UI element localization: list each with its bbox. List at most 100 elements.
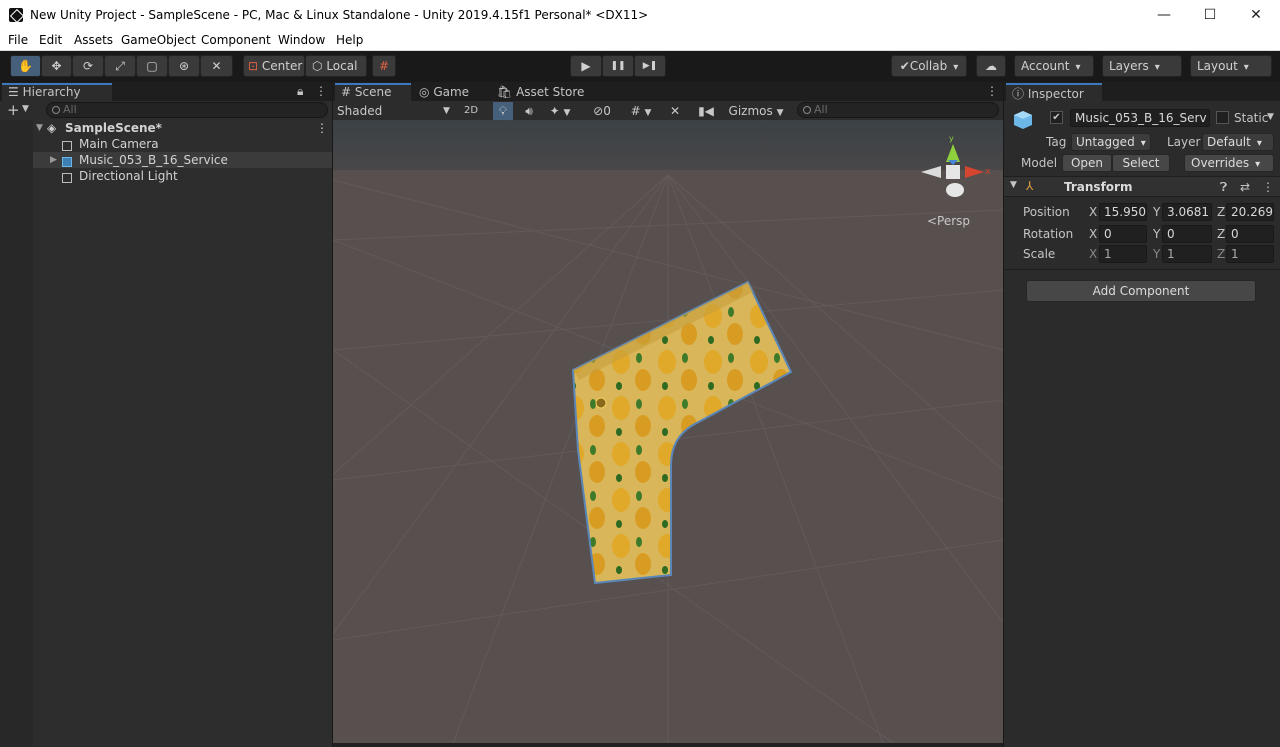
speaker-icon: 🔊︎: [525, 104, 533, 118]
shading-mode-dropdown[interactable]: Shaded ▼: [337, 102, 453, 120]
layers-dropdown[interactable]: Layers: [1102, 55, 1182, 77]
tab-game[interactable]: ◎ Game: [413, 83, 489, 102]
rotate-tool-button[interactable]: ⟳: [72, 55, 104, 77]
lock-icon[interactable]: 🔒︎: [297, 84, 303, 99]
position-z-field[interactable]: 20.269: [1226, 203, 1274, 221]
preset-icon[interactable]: ⇄: [1240, 180, 1250, 194]
2d-toggle[interactable]: 2D: [459, 102, 483, 120]
position-x-field[interactable]: 15.950: [1099, 203, 1147, 221]
open-button[interactable]: Open: [1062, 154, 1112, 172]
scale-icon: ⤢: [115, 59, 125, 73]
step-button[interactable]: ▶❚: [634, 55, 666, 77]
chevron-down-icon[interactable]: ▼: [1267, 112, 1274, 122]
menu-help[interactable]: Help: [336, 33, 363, 47]
menu-edit[interactable]: Edit: [39, 33, 62, 47]
grid-dropdown[interactable]: # ▼: [623, 102, 659, 120]
menu-window[interactable]: Window: [278, 33, 325, 47]
menu-component[interactable]: Component: [201, 33, 271, 47]
pause-icon: ❚❚: [610, 61, 626, 71]
move-tool-button[interactable]: ✥: [41, 55, 72, 77]
camera-dropdown[interactable]: ▮◀: [691, 102, 721, 120]
close-button[interactable]: ✕: [1233, 4, 1279, 26]
position-y-field[interactable]: 3.0681: [1162, 203, 1212, 221]
menu-assets[interactable]: Assets: [74, 33, 113, 47]
menu-file[interactable]: File: [8, 33, 28, 47]
tab-label: Scene: [354, 85, 392, 99]
overrides-dropdown[interactable]: Overrides: [1184, 154, 1274, 172]
create-button[interactable]: +: [7, 101, 20, 119]
scale-x-field[interactable]: 1: [1099, 245, 1147, 263]
lighting-toggle[interactable]: 💡︎: [493, 102, 513, 120]
chevron-down-icon: ▼: [776, 108, 784, 118]
account-dropdown[interactable]: Account: [1014, 55, 1094, 77]
chevron-down-icon[interactable]: ▼: [22, 104, 29, 114]
scene-search-input[interactable]: All: [797, 102, 999, 118]
axis-z-label: Z: [1217, 227, 1226, 241]
static-checkbox[interactable]: [1216, 111, 1229, 124]
menu-gameobject[interactable]: GameObject: [121, 33, 196, 47]
help-icon[interactable]: ❓︎: [1220, 180, 1227, 195]
gizmos-dropdown[interactable]: Gizmos ▼: [723, 102, 789, 120]
projection-label[interactable]: <Persp: [927, 214, 970, 228]
rect-tool-button[interactable]: ▢: [136, 55, 168, 77]
hand-tool-button[interactable]: ✋: [10, 55, 41, 77]
transform-tool-button[interactable]: ⊛: [168, 55, 200, 77]
tab-scene[interactable]: # Scene: [335, 83, 411, 102]
inspector-tab-label: Inspector: [1027, 87, 1084, 101]
list-item[interactable]: ▶ Music_053_B_16_Service: [0, 152, 332, 168]
transform-header[interactable]: ▼ ⅄ Transform ❓︎ ⇄ ⋮: [1004, 176, 1280, 197]
scene-tools-button[interactable]: ✕: [665, 102, 685, 120]
scale-tool-button[interactable]: ⤢: [104, 55, 136, 77]
unity-scene-icon: ◈: [47, 121, 57, 135]
chevron-down-icon[interactable]: ▼: [1010, 180, 1017, 190]
gameobject-cube-icon: [62, 141, 72, 151]
grid-snap-button[interactable]: #: [372, 55, 396, 77]
rotation-x-field[interactable]: 0: [1099, 225, 1147, 243]
minimize-button[interactable]: —: [1141, 4, 1187, 26]
tab-hierarchy[interactable]: ☰ Hierarchy: [2, 83, 112, 102]
scale-y-field[interactable]: 1: [1162, 245, 1212, 263]
select-button[interactable]: Select: [1112, 154, 1170, 172]
list-item[interactable]: Directional Light: [0, 168, 332, 184]
scene-viewport[interactable]: y x <Persp: [333, 120, 1003, 743]
play-button[interactable]: ▶: [570, 55, 602, 77]
chevron-down-icon[interactable]: ▼: [36, 120, 43, 136]
pivot-center-button[interactable]: ⊡ Center: [243, 55, 305, 77]
effects-dropdown[interactable]: ✦ ▼: [543, 102, 577, 120]
axis-z-label: Z: [1217, 247, 1226, 261]
active-checkbox[interactable]: ✔: [1050, 111, 1063, 124]
panel-menu-icon[interactable]: ⋮: [986, 84, 998, 98]
rotation-y-field[interactable]: 0: [1162, 225, 1212, 243]
object-name-field[interactable]: Music_053_B_16_Serv: [1070, 109, 1210, 127]
hidden-objects-toggle[interactable]: ⊘0: [587, 102, 617, 120]
tag-dropdown[interactable]: Untagged: [1071, 133, 1151, 151]
layer-dropdown[interactable]: Default: [1202, 133, 1274, 151]
hierarchy-search-input[interactable]: All: [46, 102, 328, 118]
component-menu-icon[interactable]: ⋮: [1262, 180, 1274, 194]
orientation-gizmo[interactable]: y x: [913, 134, 993, 214]
scale-z-field[interactable]: 1: [1226, 245, 1274, 263]
hierarchy-toolbar: + ▼ All: [0, 101, 332, 120]
panel-menu-icon[interactable]: ⋮: [315, 84, 327, 98]
scale-label: Scale: [1023, 247, 1056, 261]
scene-menu-icon[interactable]: ⋮: [316, 120, 328, 136]
rotation-label: Rotation: [1023, 227, 1074, 241]
add-component-button[interactable]: Add Component: [1026, 280, 1256, 302]
custom-tool-button[interactable]: ✕: [200, 55, 233, 77]
maximize-button[interactable]: ☐: [1187, 4, 1233, 26]
tab-inspector[interactable]: ⓘ Inspector: [1006, 83, 1102, 102]
pivot-local-button[interactable]: ⬡ Local: [305, 55, 367, 77]
list-item[interactable]: Main Camera: [0, 136, 332, 152]
layout-dropdown[interactable]: Layout: [1190, 55, 1272, 77]
collab-dropdown[interactable]: ✔Collab: [891, 55, 967, 77]
tab-asset-store[interactable]: 🛍︎ Asset Store: [491, 83, 591, 102]
cloud-button[interactable]: ☁: [976, 55, 1006, 77]
audio-toggle[interactable]: 🔊︎: [519, 102, 539, 120]
scene-panel: # Scene ◎ Game 🛍︎ Asset Store ⋮ Shaded ▼ …: [333, 82, 1003, 747]
rotation-z-field[interactable]: 0: [1226, 225, 1274, 243]
axis-x-label: X: [1089, 205, 1098, 219]
pause-button[interactable]: ❚❚: [602, 55, 634, 77]
chevron-right-icon[interactable]: ▶: [50, 152, 57, 168]
scene-row[interactable]: ▼ ◈ SampleScene* ⋮: [0, 120, 332, 136]
transform-title: Transform: [1064, 180, 1133, 194]
